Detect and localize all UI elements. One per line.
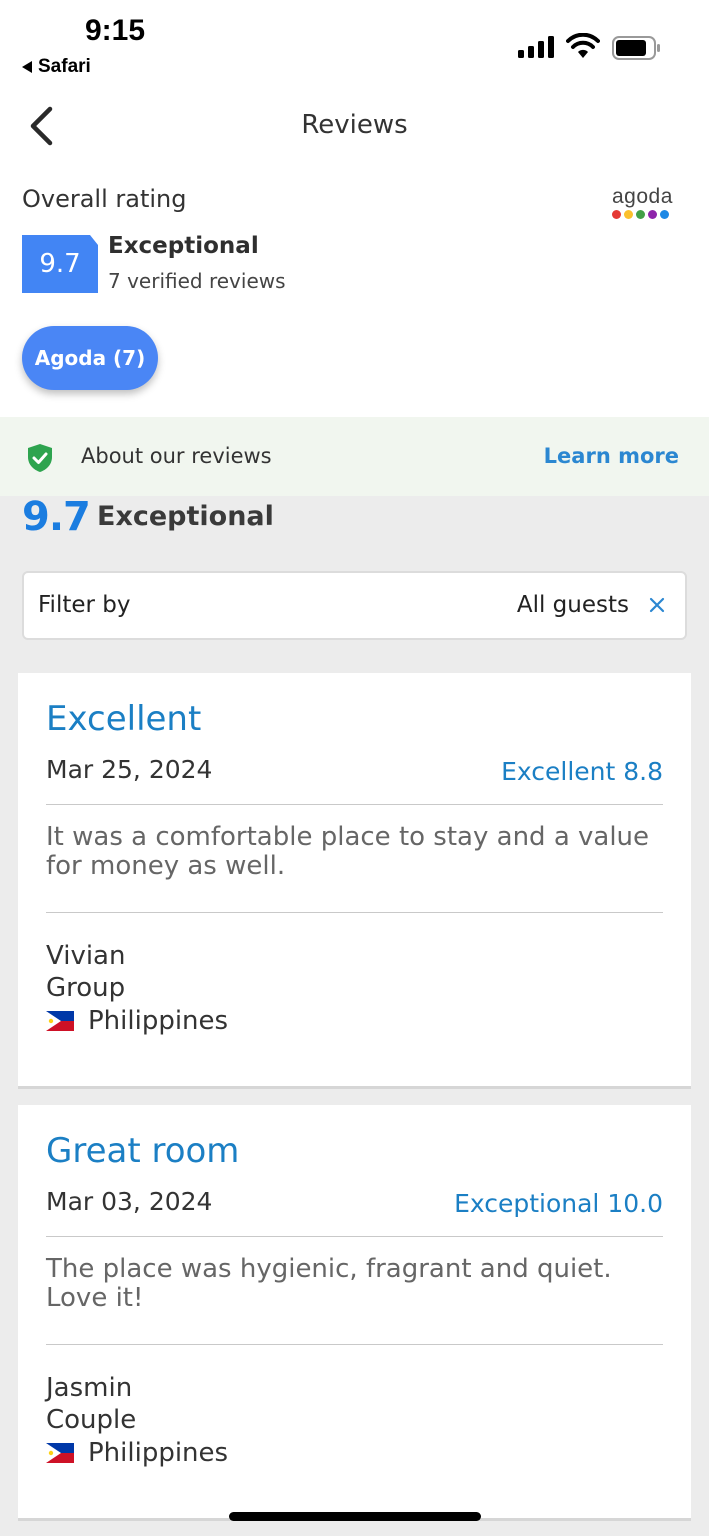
review-date: Mar 25, 2024 [46,755,213,784]
status-time: 9:15 [85,14,146,47]
traveler-type: Couple [46,1405,137,1435]
agoda-logo: agoda [612,186,682,219]
philippines-flag-icon [46,1443,74,1463]
cellular-signal-icon [518,36,554,58]
review-title: Great room [46,1131,240,1171]
home-indicator[interactable] [229,1512,481,1521]
overall-score-badge: 9.7 [22,235,98,293]
country-name: Philippines [88,1006,229,1036]
philippines-flag-icon [46,1011,74,1031]
review-text: It was a comfortable place to stay and a… [46,822,650,881]
reviewer-country: Philippines [46,1438,228,1468]
divider [46,1344,663,1345]
about-reviews-bar: About our reviews Learn more [0,417,709,496]
back-triangle-icon [22,61,32,73]
divider [46,804,663,805]
traveler-type: Group [46,973,126,1003]
reviewer-name: Vivian [46,941,126,971]
summary-score: 9.7 [22,494,91,540]
learn-more-link[interactable]: Learn more [544,444,679,468]
battery-icon [612,36,660,60]
agoda-logo-dots [612,210,682,219]
source-filter-agoda-chip[interactable]: Agoda (7) [22,326,158,390]
wifi-icon [566,33,600,58]
reviewer-country: Philippines [46,1006,228,1036]
review-score: Exceptional 10.0 [454,1189,663,1218]
about-reviews-text: About our reviews [81,444,272,468]
reviewer-name: Jasmin [46,1373,133,1403]
back-to-safari-link[interactable]: Safari [22,56,91,78]
overall-rating-label: Overall rating [22,185,187,213]
filter-label: Filter by [38,592,131,618]
agoda-logo-text: agoda [612,185,673,208]
back-app-label: Safari [38,56,91,77]
review-card: Great room Mar 03, 2024 Exceptional 10.0… [18,1105,691,1521]
verified-review-count: 7 verified reviews [108,269,286,293]
filter-bar[interactable]: Filter by All guests [22,571,687,640]
review-date: Mar 03, 2024 [46,1187,213,1216]
review-text: The place was hygienic, fragrant and qui… [46,1254,612,1313]
divider [46,912,663,913]
page-title: Reviews [301,110,408,140]
review-card: Excellent Mar 25, 2024 Excellent 8.8 It … [18,673,691,1089]
overall-rating-word: Exceptional [108,233,259,259]
shield-check-icon [28,444,52,472]
summary-rating-word: Exceptional [97,501,274,532]
divider [46,1236,663,1237]
review-score: Excellent 8.8 [501,757,663,786]
review-title: Excellent [46,699,202,739]
country-name: Philippines [88,1438,229,1468]
clear-filter-icon[interactable] [647,595,667,615]
filter-value[interactable]: All guests [517,592,629,618]
